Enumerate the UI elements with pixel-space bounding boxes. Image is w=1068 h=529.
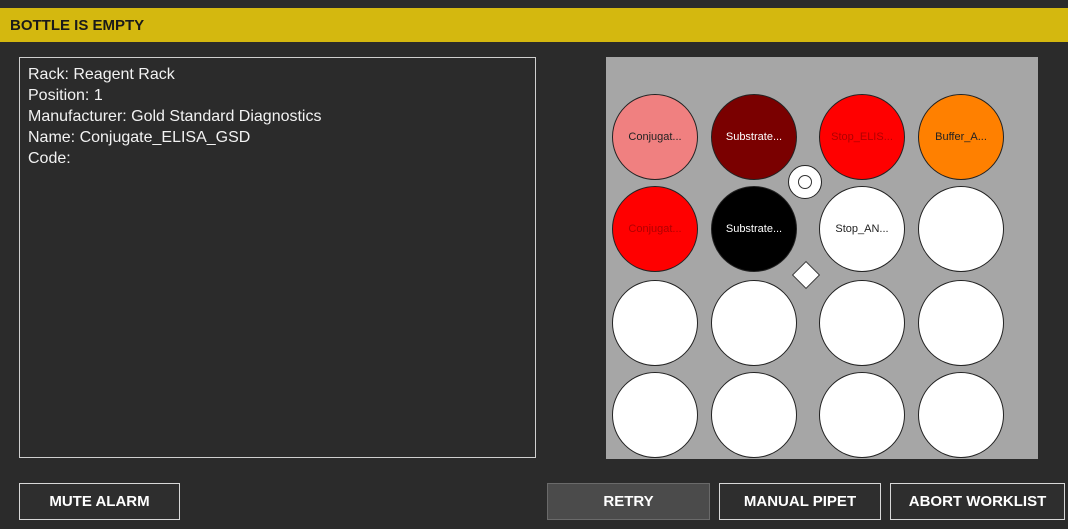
rack-bottle[interactable]: Substrate... bbox=[711, 186, 797, 272]
mute-alarm-button[interactable]: MUTE ALARM bbox=[19, 483, 180, 520]
alarm-title-bar: BOTTLE IS EMPTY bbox=[0, 8, 1068, 42]
rack-bottle[interactable] bbox=[819, 372, 905, 458]
rack-bottle[interactable]: Stop_AN... bbox=[819, 186, 905, 272]
rack-bottle[interactable]: Stop_ELIS... bbox=[819, 94, 905, 180]
rack-bottle[interactable] bbox=[711, 280, 797, 366]
ring-inner-icon bbox=[798, 175, 812, 189]
code-line: Code: bbox=[28, 150, 71, 167]
rack-bottle[interactable]: Substrate... bbox=[711, 94, 797, 180]
manual-pipet-button[interactable]: MANUAL PIPET bbox=[719, 483, 881, 520]
rack-line: Rack: Reagent Rack bbox=[28, 66, 175, 83]
rack-ring-marker bbox=[788, 165, 822, 199]
position-line: Position: 1 bbox=[28, 87, 103, 104]
rack-bottle[interactable] bbox=[612, 372, 698, 458]
retry-button[interactable]: RETRY bbox=[547, 483, 710, 520]
rack-bottle[interactable] bbox=[918, 280, 1004, 366]
abort-worklist-button[interactable]: ABORT WORKLIST bbox=[890, 483, 1065, 520]
manufacturer-line: Manufacturer: Gold Standard Diagnostics bbox=[28, 108, 322, 125]
rack-bottle[interactable] bbox=[612, 280, 698, 366]
rack-bottle[interactable] bbox=[819, 280, 905, 366]
name-line: Name: Conjugate_ELISA_GSD bbox=[28, 129, 251, 146]
rack-bottle[interactable]: Buffer_A... bbox=[918, 94, 1004, 180]
bottle-info-panel: Rack: Reagent Rack Position: 1 Manufactu… bbox=[19, 57, 536, 458]
rack-bottle[interactable] bbox=[711, 372, 797, 458]
rack-bottle[interactable] bbox=[918, 186, 1004, 272]
rack-bottle[interactable] bbox=[918, 372, 1004, 458]
rack-bottle[interactable]: Conjugat... bbox=[612, 94, 698, 180]
alarm-title: BOTTLE IS EMPTY bbox=[10, 16, 145, 34]
rack-bottle[interactable]: Conjugat... bbox=[612, 186, 698, 272]
